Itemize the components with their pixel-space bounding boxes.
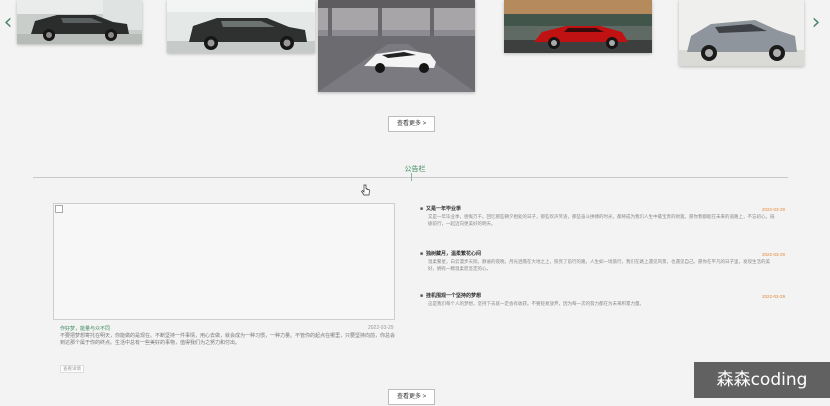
notice-item-title-text: 又是一年毕业季	[426, 206, 462, 212]
notice-divider-marker	[411, 173, 412, 181]
view-more-button-top[interactable]: 查看更多 >	[388, 116, 436, 132]
bullet-icon: ■	[420, 206, 424, 212]
bullet-icon: ■	[420, 293, 424, 299]
notice-image-caption[interactable]: 作好梦，能量与众不同	[60, 325, 110, 332]
notice-item-date: 2022-03-29	[761, 207, 785, 212]
car-slide-2[interactable]	[167, 0, 315, 53]
notice-image-date: 2022-03-29	[368, 325, 394, 331]
notice-board-title: 公告栏	[404, 166, 426, 173]
notice-item-date: 2022-03-29	[761, 252, 785, 257]
car-photo-dark-suv-showroom	[17, 0, 142, 44]
broken-image-icon	[55, 205, 63, 213]
notice-item-title[interactable]: ■ 独树藏月，温柔繁花心间	[420, 250, 481, 257]
mouse-pointer-icon	[361, 184, 370, 196]
read-more-button[interactable]: 查看详情	[60, 365, 84, 373]
car-slide-5[interactable]	[679, 0, 804, 66]
car-carousel: ‹ ›	[0, 0, 830, 96]
notice-item-date: 2022-03-29	[761, 294, 785, 299]
car-photo-red-ferrari	[504, 0, 652, 53]
car-photo-silver-bmw	[679, 0, 804, 66]
notice-item-title-text: 挂机围观一个坚持的梦想	[426, 293, 482, 299]
notice-excerpt: 不要把梦想寄托在明天，你能做的是现在。不断坚持一件事情，用心去做，就会成为一种习…	[60, 333, 396, 346]
notice-item-body: 又是一年毕业季，感慨万千。回忆那些朝夕相处的日子，那些欢声笑语，那些奋斗拼搏的时…	[428, 214, 775, 226]
car-photo-white-lamborghini	[318, 0, 475, 92]
notice-image-placeholder[interactable]	[53, 203, 395, 320]
notice-item-title[interactable]: ■ 又是一年毕业季	[420, 205, 461, 212]
car-slide-4[interactable]	[504, 0, 652, 53]
watermark: 森森coding	[694, 362, 830, 398]
car-slide-1[interactable]	[17, 0, 142, 44]
carousel-prev-arrow-icon[interactable]: ‹	[0, 10, 16, 36]
notice-item-title[interactable]: ■ 挂机围观一个坚持的梦想	[420, 292, 481, 299]
notice-item-body: 这是我们每个人的梦想，坚持下去就一定会有收获。不要轻易放弃，因为每一次的努力都在…	[428, 301, 644, 306]
notice-item-body: 温柔繁星，白云漫步天际。静谧的夜晚，月光洒落在大地之上，照亮了前行的路。人生如一…	[428, 259, 770, 271]
bullet-icon: ■	[420, 251, 424, 257]
notice-item-title-text: 独树藏月，温柔繁花心间	[426, 251, 482, 257]
carousel-next-arrow-icon[interactable]: ›	[808, 10, 824, 36]
view-more-button-bottom[interactable]: 查看更多 >	[388, 389, 436, 405]
car-photo-grey-suv-showroom	[167, 0, 315, 53]
car-slide-3[interactable]	[318, 0, 475, 92]
